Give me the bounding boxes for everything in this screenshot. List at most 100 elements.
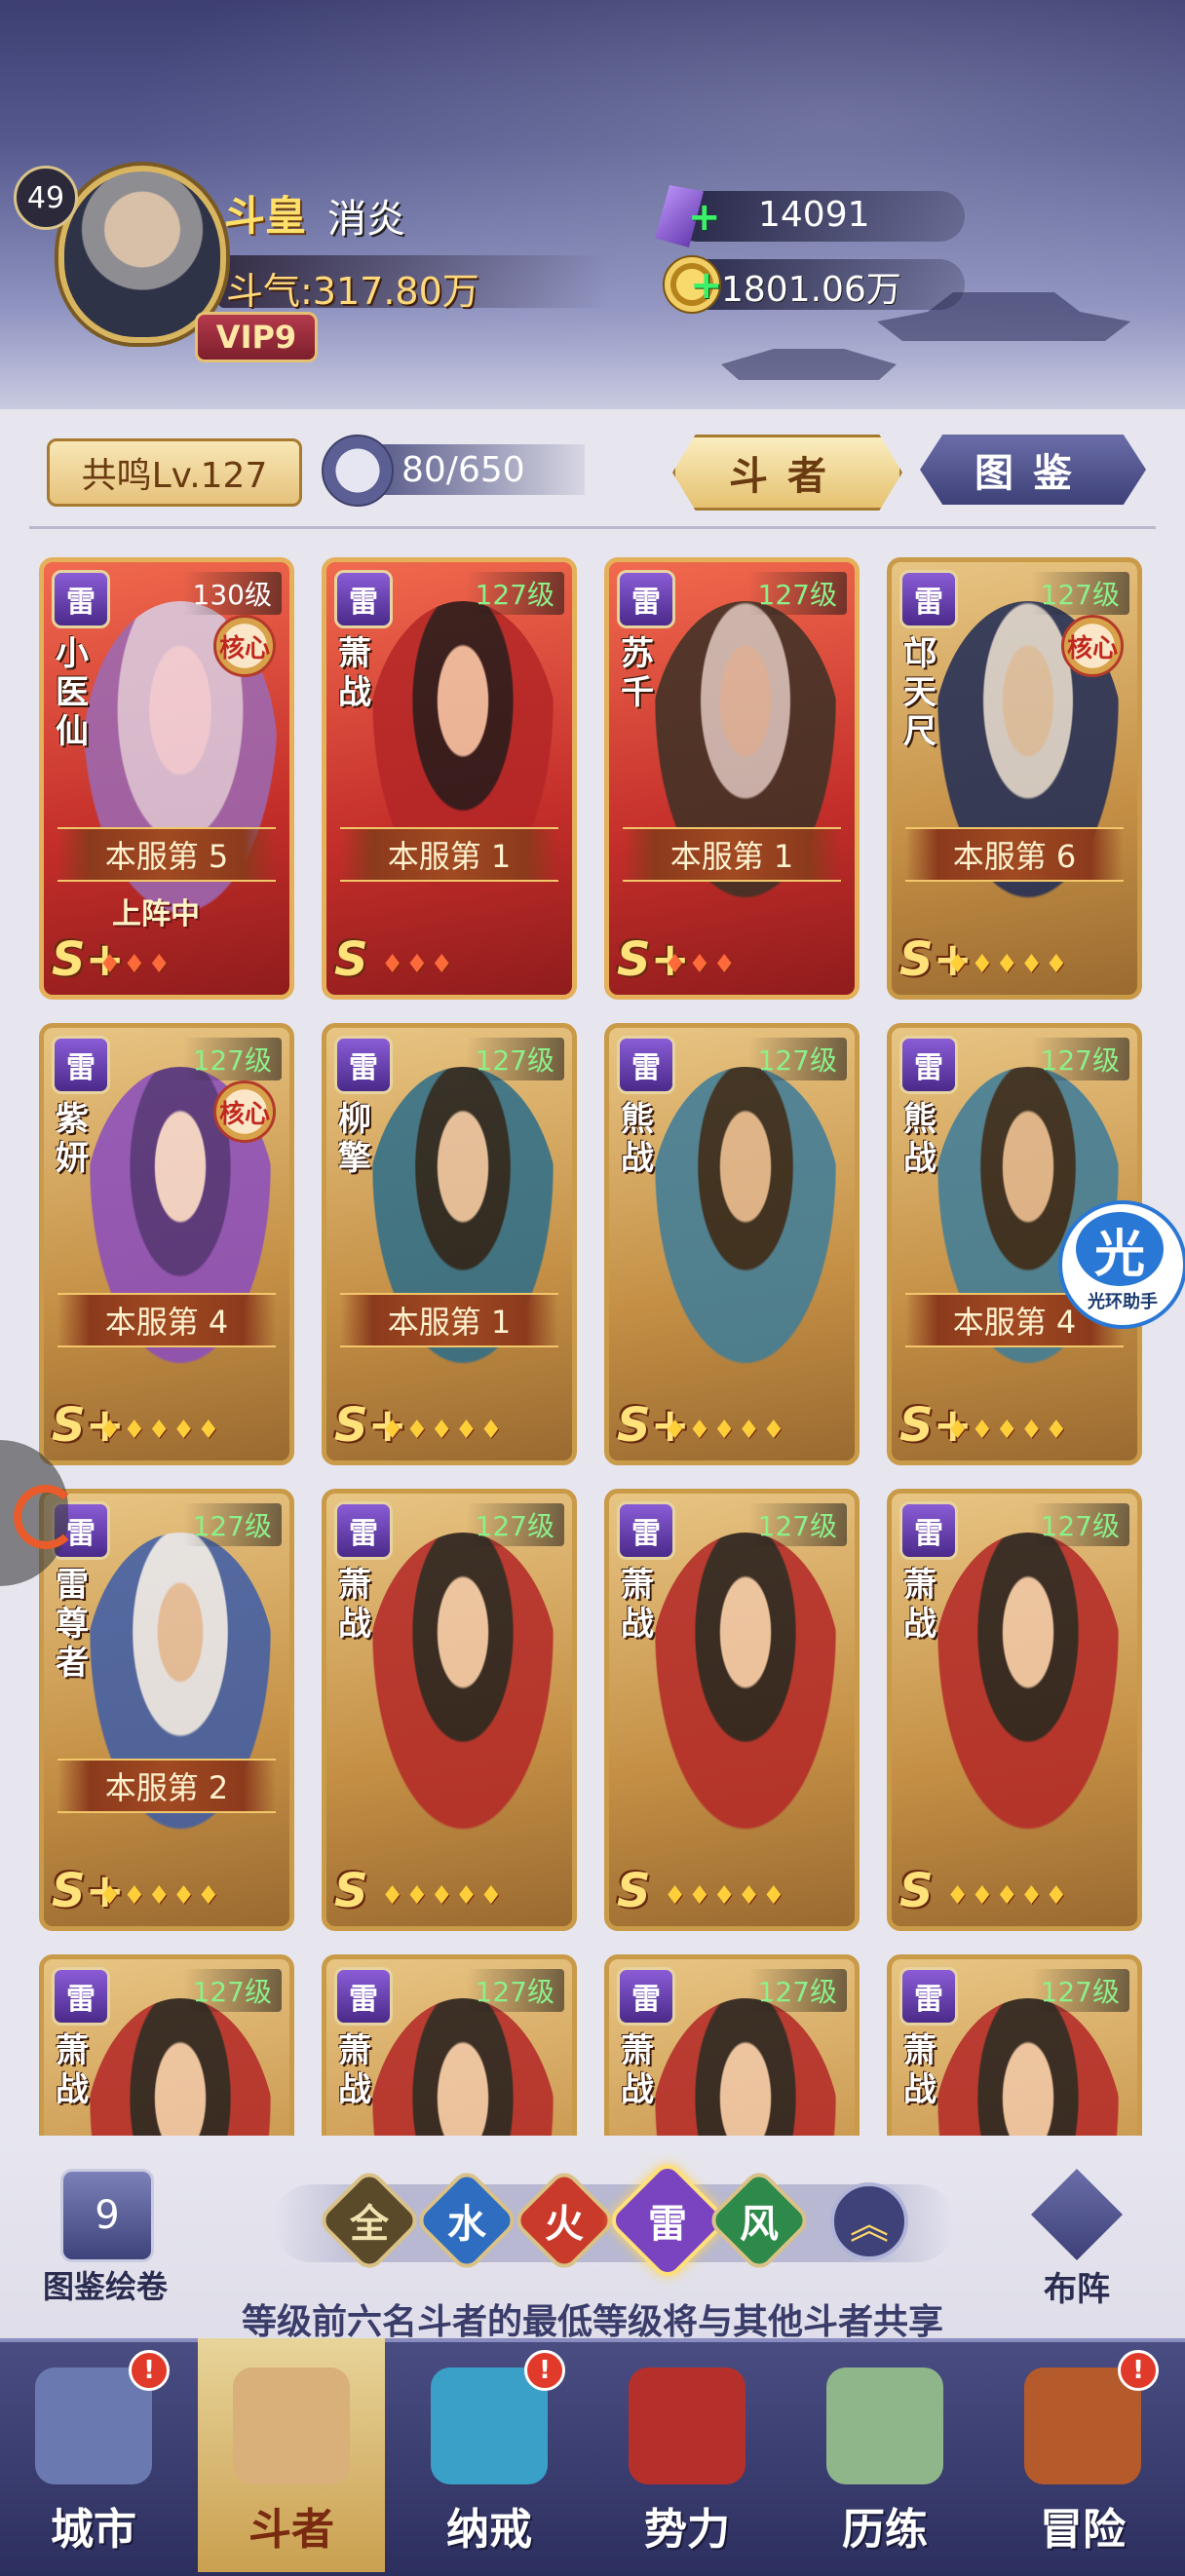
rank-title: 斗皇 (224, 192, 307, 240)
gold-count: 1801.06万 (721, 270, 901, 310)
fighter-portrait (648, 1067, 843, 1379)
thunder-element-icon: 雷 (52, 1036, 110, 1094)
fighter-name: 苏千 (621, 634, 654, 712)
nav-item[interactable]: 势力 (593, 2338, 781, 2572)
nav-label: 城市 (51, 2505, 136, 2555)
fighter-card[interactable]: 雷 127级 苏千 本服第 1 S+ ♦♦♦ (604, 557, 860, 1000)
star-flames: ♦♦♦ (664, 950, 738, 979)
fighter-name: 萧战 (903, 2031, 937, 2109)
nav-label: 冒险 (1040, 2505, 1126, 2555)
fighter-card[interactable]: 雷 127级 萧战 S ♦♦♦♦♦ (322, 1489, 577, 1931)
nav-item[interactable]: 历练 (791, 2338, 978, 2572)
star-flames: ♦♦♦♦♦ (946, 1416, 1070, 1445)
alert-badge: ! (1118, 2350, 1159, 2391)
server-rank-banner: 本服第 6 (905, 827, 1124, 882)
fighter-portrait (83, 1998, 278, 2136)
level-share-notice: 等级前六名斗者的最低等级将与其他斗者共享 (241, 2302, 943, 2342)
vip-badge[interactable]: VIP9 (195, 312, 318, 362)
fighter-card[interactable]: 雷 127级 核心 邙天尺 本服第 6 S+ ♦♦♦♦♦ (887, 557, 1142, 1000)
grade-badge: S (617, 1864, 651, 1918)
star-flames: ♦♦♦ (381, 950, 455, 979)
thunder-element-icon: 雷 (334, 1501, 393, 1560)
nav-item[interactable]: 纳戒! (396, 2338, 583, 2572)
fighter-card[interactable]: 雷 127级 萧战 本服第 1 S ♦♦♦ (322, 557, 577, 1000)
nav-item[interactable]: 冒险! (989, 2338, 1176, 2572)
star-flames: ♦♦♦♦♦ (98, 1881, 222, 1911)
star-flames: ♦♦♦♦♦ (664, 1416, 787, 1445)
fighter-card[interactable]: 雷 127级 雷尊者 本服第 2 S+ ♦♦♦♦♦ (39, 1489, 294, 1931)
server-rank-banner: 本服第 1 (340, 827, 558, 882)
grade-badge: S (334, 932, 368, 987)
fighter-portrait (931, 1998, 1126, 2136)
fighter-card[interactable]: 雷 127级 柳擎 本服第 1 S+ ♦♦♦♦♦ (322, 1023, 577, 1465)
fighter-level: 127级 (747, 1503, 847, 1546)
fighter-name: 萧战 (621, 1566, 654, 1644)
nav-item[interactable]: 斗者 (198, 2338, 385, 2572)
server-rank-banner: 本服第 1 (340, 1293, 558, 1347)
fighter-card[interactable]: 雷 127级 核心 紫妍 本服第 4 S+ ♦♦♦♦♦ (39, 1023, 294, 1465)
star-flames: ♦♦♦♦♦ (381, 1881, 505, 1911)
fighter-level: 130级 (182, 572, 282, 615)
fighter-level: 127级 (465, 1969, 564, 2012)
fighter-level: 127级 (465, 1503, 564, 1546)
assistant-icon: 光 (1076, 1212, 1164, 1286)
fighter-card[interactable]: 雷 127级 萧战 (887, 1954, 1142, 2136)
add-gem-icon[interactable]: + (688, 198, 721, 237)
player-level-badge: 49 (14, 166, 78, 230)
fighter-level: 127级 (182, 1503, 282, 1546)
player-name: 消炎 (327, 197, 405, 242)
grade-badge: S (334, 1864, 368, 1918)
fighter-card[interactable]: 雷 130级 核心 小医仙 本服第 5 上阵中 S+ ♦♦♦ (39, 557, 294, 1000)
grade-badge: S (899, 1864, 934, 1918)
fighter-level: 127级 (465, 1038, 564, 1080)
nav-item[interactable]: 城市! (0, 2338, 187, 2572)
nav-label: 历练 (842, 2505, 928, 2555)
fighter-card[interactable]: 雷 127级 萧战 S ♦♦♦♦♦ (604, 1489, 860, 1931)
filter-thunder-label: 雷 (648, 2202, 687, 2247)
fighter-level: 127级 (747, 1969, 847, 2012)
thunder-element-icon: 雷 (899, 1501, 958, 1560)
nav-icon (233, 2368, 350, 2484)
nav-label: 纳戒 (446, 2505, 532, 2555)
filter-fire-label: 火 (545, 2202, 584, 2247)
alert-badge: ! (524, 2350, 565, 2391)
star-flames: ♦♦♦♦♦ (946, 950, 1070, 979)
tab-codex[interactable]: 图鉴 (920, 435, 1146, 505)
fighter-portrait (648, 1533, 843, 1844)
thunder-element-icon: 雷 (899, 1036, 958, 1094)
power-value: 斗气:317.80万 (226, 270, 479, 313)
fighter-level: 127级 (1030, 572, 1129, 615)
fighter-name: 萧战 (56, 2031, 89, 2109)
star-flames: ♦♦♦♦♦ (664, 1881, 787, 1911)
fighter-name: 小医仙 (56, 634, 89, 751)
fighter-capacity-icon (322, 435, 394, 507)
nav-icon (629, 2368, 745, 2484)
fighter-card[interactable]: 雷 127级萧战 (604, 1954, 860, 2136)
filter-wind-label: 风 (740, 2202, 779, 2247)
fighter-card[interactable]: 雷 127级 萧战 S ♦♦♦♦♦ (887, 1489, 1142, 1931)
tab-fighters[interactable]: 斗者 (672, 435, 902, 511)
thunder-element-icon: 雷 (334, 1036, 393, 1094)
fighter-level: 127级 (747, 572, 847, 615)
server-rank-banner: 本服第 4 (57, 1293, 276, 1347)
add-gold-icon[interactable]: + (690, 266, 723, 305)
filter-water-label: 水 (447, 2202, 486, 2247)
fighter-name: 紫妍 (56, 1100, 89, 1178)
assistant-label: 光环助手 (1088, 1292, 1158, 1312)
star-flames: ♦♦♦♦♦ (98, 1416, 222, 1445)
server-rank-banner: 本服第 1 (623, 827, 841, 882)
assistant-floating-button[interactable]: 光 光环助手 (1058, 1200, 1185, 1329)
fighter-level: 127级 (1030, 1038, 1129, 1080)
collapse-filter-button[interactable]: ︽ (830, 2182, 908, 2260)
fighter-name: 雷尊者 (56, 1566, 89, 1683)
fighter-name: 萧战 (621, 2031, 654, 2109)
fighter-card[interactable]: 雷 127级 萧战 (39, 1954, 294, 2136)
thunder-element-icon: 雷 (52, 570, 110, 628)
gem-count: 14091 (758, 195, 870, 235)
thunder-element-icon: 雷 (617, 1967, 675, 2026)
fighter-grid: 雷 130级 核心 小医仙 本服第 5 上阵中 S+ ♦♦♦ 雷 127级 萧战 本服第 1 S ♦♦♦ 雷… (0, 557, 1185, 2136)
resonance-button[interactable]: 共鸣Lv.127 (47, 438, 302, 507)
divider (29, 526, 1156, 529)
fighter-card[interactable]: 雷 127级 熊战 S+ ♦♦♦♦♦ (604, 1023, 860, 1465)
fighter-card[interactable]: 雷 127级 萧战 (322, 1954, 577, 2136)
